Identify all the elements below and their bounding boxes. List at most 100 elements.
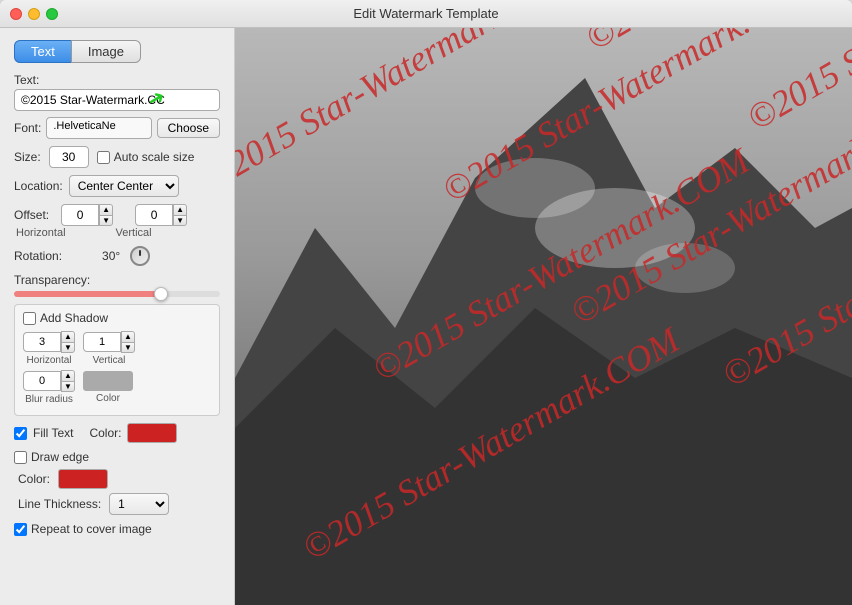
auto-scale-label[interactable]: Auto scale size: [97, 150, 195, 164]
location-select[interactable]: Center Center: [69, 175, 179, 197]
watermark-preview: ©2015 Star-Watermark.COM ©2015 Star-Wate…: [235, 28, 852, 605]
rotation-label: Rotation:: [14, 249, 62, 263]
shadow-v-stepper: ▲ ▼: [121, 331, 135, 353]
repeat-checkbox[interactable]: [14, 523, 27, 536]
fill-color-label: Color:: [89, 426, 121, 440]
repeat-label: Repeat to cover image: [31, 522, 152, 536]
traffic-lights: [10, 8, 58, 20]
content-area: Text Image Text: ➜ Font: .HelveticaNe Ch…: [0, 28, 852, 605]
choose-font-button[interactable]: Choose: [157, 118, 220, 138]
window-title: Edit Watermark Template: [353, 6, 498, 21]
rotation-dial[interactable]: [130, 246, 150, 266]
left-panel: Text Image Text: ➜ Font: .HelveticaNe Ch…: [0, 28, 235, 605]
offset-v-down[interactable]: ▼: [173, 215, 187, 226]
shadow-section: Add Shadow ▲ ▼ Horizontal: [14, 304, 220, 416]
text-input[interactable]: [14, 89, 220, 111]
shadow-color-swatch[interactable]: [83, 371, 133, 391]
fill-color-swatch[interactable]: [127, 423, 177, 443]
offset-row: Offset: ▲ ▼ ▲ ▼: [14, 204, 220, 226]
offset-label: Offset:: [14, 208, 49, 222]
shadow-h-up[interactable]: ▲: [61, 331, 75, 342]
blur-label: Blur radius: [25, 394, 73, 405]
tab-text[interactable]: Text: [14, 40, 71, 63]
shadow-h-label: Horizontal: [26, 355, 71, 366]
main-window: Edit Watermark Template Text Image Text:…: [0, 0, 852, 605]
location-label: Location:: [14, 179, 63, 193]
rotation-value: 30°: [102, 249, 120, 263]
shadow-h-input[interactable]: [23, 332, 61, 352]
shadow-label: Add Shadow: [40, 311, 108, 325]
shadow-v-input[interactable]: [83, 332, 121, 352]
font-display: .HelveticaNe: [46, 117, 151, 139]
text-label: Text:: [14, 73, 39, 87]
shadow-v-input-row: ▲ ▼: [83, 331, 135, 353]
draw-edge-label: Draw edge: [31, 450, 89, 464]
shadow-color-col: Color: [83, 370, 133, 405]
text-field-section: Text:: [14, 73, 220, 117]
offset-section: Offset: ▲ ▼ ▲ ▼: [14, 204, 220, 239]
fill-text-label: Fill Text: [33, 426, 73, 440]
preview-svg: ©2015 Star-Watermark.COM ©2015 Star-Wate…: [235, 28, 852, 605]
line-thickness-row: Line Thickness: 1 2 3: [14, 493, 220, 515]
shadow-checkbox[interactable]: [23, 312, 36, 325]
offset-v-label: Vertical: [116, 227, 152, 239]
font-label: Font:: [14, 121, 41, 135]
edge-header: Draw edge: [14, 450, 220, 464]
location-row: Location: Center Center: [14, 175, 220, 197]
shadow-header: Add Shadow: [23, 311, 211, 325]
shadow-v-down[interactable]: ▼: [121, 342, 135, 353]
transparency-label: Transparency:: [14, 273, 90, 287]
offset-v-wrap: ▲ ▼: [135, 204, 187, 226]
size-row: Size: Auto scale size: [14, 146, 220, 168]
line-thickness-select[interactable]: 1 2 3: [109, 493, 169, 515]
edge-color-label: Color:: [18, 472, 50, 486]
font-row: Font: .HelveticaNe Choose: [14, 117, 220, 139]
shadow-h-input-row: ▲ ▼: [23, 331, 75, 353]
maximize-button[interactable]: [46, 8, 58, 20]
rotation-row: Rotation: 30°: [14, 246, 220, 266]
transparency-slider-thumb[interactable]: [154, 287, 168, 301]
transparency-slider-track[interactable]: [14, 291, 220, 297]
offset-labels: Horizontal Vertical: [16, 227, 220, 239]
edge-color-swatch[interactable]: [58, 469, 108, 489]
fill-row: Fill Text Color:: [14, 423, 220, 443]
offset-v-input[interactable]: [135, 204, 173, 226]
close-button[interactable]: [10, 8, 22, 20]
offset-v-up[interactable]: ▲: [173, 204, 187, 215]
blur-down[interactable]: ▼: [61, 381, 75, 392]
edge-section: Draw edge Color: Line Thickness: 1 2 3: [14, 450, 220, 515]
shadow-h-stepper: ▲ ▼: [61, 331, 75, 353]
offset-h-down[interactable]: ▼: [99, 215, 113, 226]
shadow-v-up[interactable]: ▲: [121, 331, 135, 342]
tab-row: Text Image: [14, 40, 220, 63]
minimize-button[interactable]: [28, 8, 40, 20]
offset-h-input[interactable]: [61, 204, 99, 226]
offset-h-wrap: ▲ ▼: [61, 204, 113, 226]
titlebar: Edit Watermark Template: [0, 0, 852, 28]
shadow-blur-input-row: ▲ ▼: [23, 370, 75, 392]
offset-h-up[interactable]: ▲: [99, 204, 113, 215]
auto-scale-checkbox[interactable]: [97, 151, 110, 164]
blur-up[interactable]: ▲: [61, 370, 75, 381]
shadow-blur-col: ▲ ▼ Blur radius: [23, 370, 75, 405]
shadow-color-label: Color: [96, 393, 120, 404]
blur-stepper: ▲ ▼: [61, 370, 75, 392]
right-panel: ©2015 Star-Watermark.COM ©2015 Star-Wate…: [235, 28, 852, 605]
size-input[interactable]: [49, 146, 89, 168]
fill-text-checkbox[interactable]: [14, 427, 27, 440]
size-label: Size:: [14, 150, 41, 164]
repeat-row: Repeat to cover image: [14, 522, 220, 536]
shadow-h-col: ▲ ▼ Horizontal: [23, 331, 75, 366]
offset-v-stepper: ▲ ▼: [173, 204, 187, 226]
blur-input[interactable]: [23, 371, 61, 391]
offset-h-stepper: ▲ ▼: [99, 204, 113, 226]
tab-image[interactable]: Image: [71, 40, 141, 63]
line-thickness-label: Line Thickness:: [18, 497, 101, 511]
shadow-v-label: Vertical: [93, 355, 126, 366]
transparency-row: Transparency:: [14, 273, 220, 297]
shadow-blur-row: ▲ ▼ Blur radius Color: [23, 370, 211, 405]
shadow-h-down[interactable]: ▼: [61, 342, 75, 353]
edge-color-row: Color:: [14, 469, 220, 489]
draw-edge-checkbox[interactable]: [14, 451, 27, 464]
shadow-inputs: ▲ ▼ Horizontal ▲ ▼: [23, 331, 211, 366]
